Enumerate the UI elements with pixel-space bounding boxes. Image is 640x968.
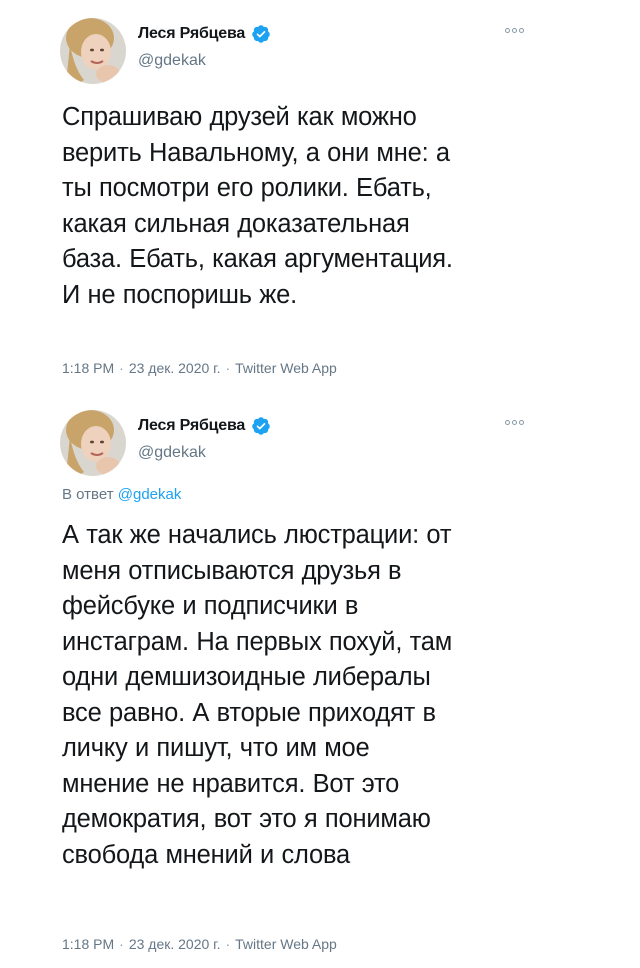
tweet-time[interactable]: 1:18 PM bbox=[62, 360, 114, 376]
tweet-source[interactable]: Twitter Web App bbox=[235, 360, 337, 376]
tweet-text-line: какая сильная доказательная bbox=[62, 209, 410, 238]
separator: · bbox=[225, 360, 231, 376]
tweet-date[interactable]: 23 дек. 2020 г. bbox=[129, 936, 221, 952]
avatar[interactable] bbox=[60, 18, 126, 84]
tweet-text-line: демократия, вот это я понимаю bbox=[62, 805, 431, 833]
tweet-meta: 1:18 PM · 23 дек. 2020 г. · Twitter Web … bbox=[62, 360, 337, 376]
tweet-text-line: база. Ебать, какая аргументация. bbox=[62, 245, 453, 273]
tweet-text-line: меня отписываются друзья в bbox=[62, 556, 402, 585]
tweet: Леся Рябцева @gdekak Спрашиваю друзей ка… bbox=[0, 0, 640, 392]
tweet-time[interactable]: 1:18 PM bbox=[62, 936, 114, 952]
separator: · bbox=[119, 936, 124, 952]
more-options-icon[interactable] bbox=[505, 28, 524, 33]
avatar[interactable] bbox=[60, 410, 126, 476]
author-handle[interactable]: @gdekak bbox=[138, 444, 206, 462]
author-name[interactable]: Леся Рябцева bbox=[138, 25, 245, 43]
separator: · bbox=[225, 936, 231, 952]
tweet-text-line: свобода мнений и слова bbox=[62, 840, 350, 869]
tweet-text: А так же начались люстрации: от меня отп… bbox=[62, 518, 562, 873]
tweet-source[interactable]: Twitter Web App bbox=[235, 936, 337, 952]
tweet-text-line: инстаграм. На первых похуй, там bbox=[62, 627, 453, 656]
tweet-text-line: А так же начались люстрации: от bbox=[62, 521, 452, 549]
tweet-text-line: все равно. А вторые приходят в bbox=[62, 698, 436, 727]
tweet-text-line: личку и пишут, что им мое bbox=[62, 734, 370, 762]
reply-handle-link[interactable]: @gdekak bbox=[118, 486, 182, 503]
tweet-text-line: одни демшизоидные либералы bbox=[62, 663, 431, 691]
tweet-text-line: Спрашиваю друзей как можно bbox=[62, 103, 417, 131]
tweet-date[interactable]: 23 дек. 2020 г. bbox=[129, 360, 221, 376]
verified-badge-icon bbox=[252, 417, 270, 435]
tweet-text-line: мнение не нравится. Вот это bbox=[62, 769, 400, 798]
tweet: Леся Рябцева @gdekak В ответ @gdekak А т… bbox=[0, 392, 640, 968]
tweet-text-line: ты посмотри его ролики. Ебать, bbox=[62, 174, 432, 202]
more-options-icon[interactable] bbox=[505, 420, 524, 425]
tweet-text: Спрашиваю друзей как можно верить Наваль… bbox=[62, 100, 562, 313]
reply-context: В ответ @gdekak bbox=[62, 486, 181, 503]
reply-label: В ответ bbox=[62, 486, 114, 503]
separator: · bbox=[119, 360, 124, 376]
author-handle[interactable]: @gdekak bbox=[138, 52, 206, 70]
verified-badge-icon bbox=[252, 25, 270, 43]
tweet-text-line: верить Навальному, а они мне: а bbox=[62, 138, 450, 167]
tweet-text-line: И не поспоришь же. bbox=[62, 280, 297, 309]
tweet-meta: 1:18 PM · 23 дек. 2020 г. · Twitter Web … bbox=[62, 936, 337, 952]
author-name[interactable]: Леся Рябцева bbox=[138, 417, 245, 435]
tweet-text-line: фейсбуке и подписчики в bbox=[62, 592, 359, 620]
